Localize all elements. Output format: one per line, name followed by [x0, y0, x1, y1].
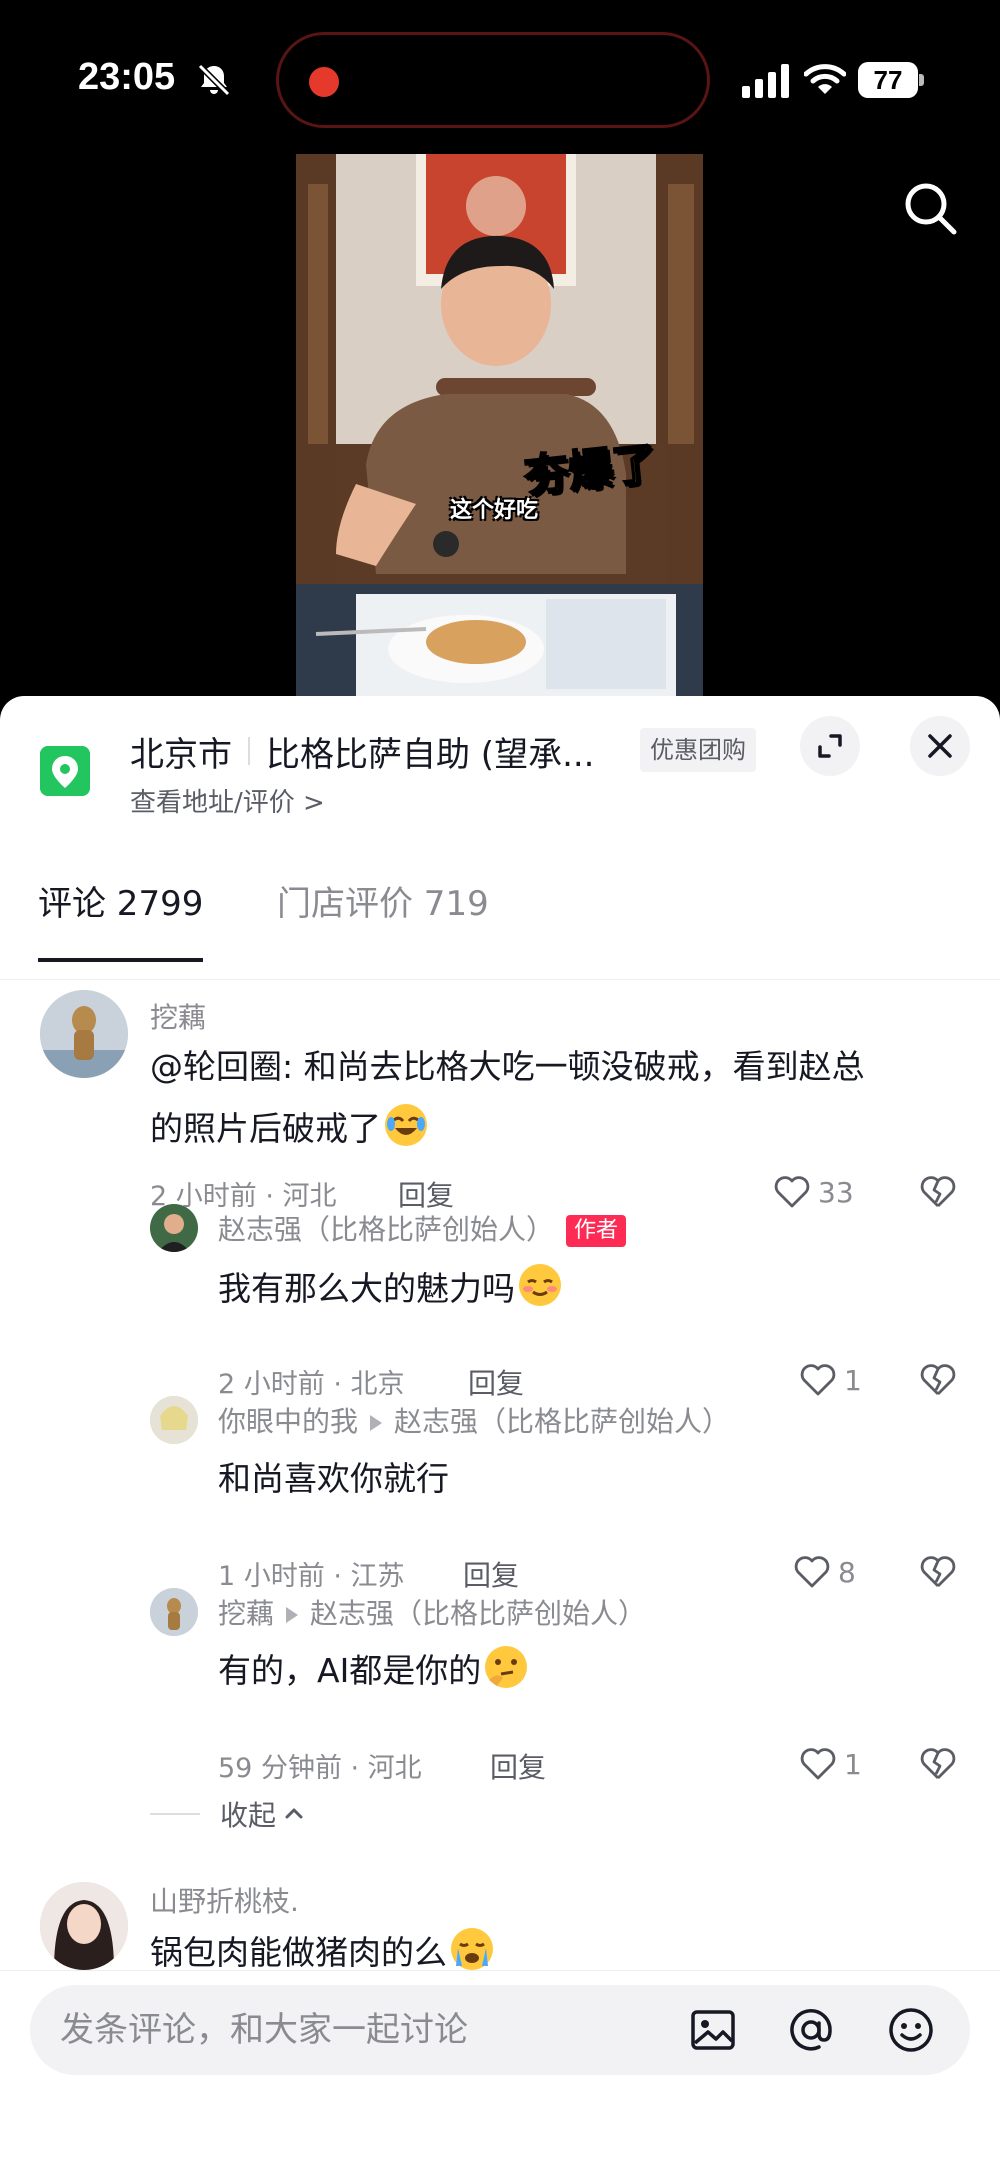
avatar[interactable] [40, 1882, 128, 1970]
avatar[interactable] [150, 1588, 198, 1636]
bell-slash-icon [197, 63, 231, 97]
collapse-replies-button[interactable]: 收起 [150, 1794, 306, 1834]
reply-username: 挖藕 赵志强（比格比萨创始人） [218, 1597, 647, 1630]
divider [248, 737, 250, 765]
reply-meta: 2 小时前 · 北京 [218, 1369, 405, 1400]
broken-heart-icon[interactable] [918, 1172, 958, 1212]
view-address-link[interactable]: 查看地址/评价 > [130, 782, 325, 819]
comment-username[interactable]: 山野折桃枝. [150, 1880, 299, 1920]
author-badge: 作者 [566, 1215, 627, 1247]
poi-title[interactable]: 北京市 比格比萨自助 (望承... [130, 726, 636, 776]
poi-city: 北京市 [130, 734, 232, 775]
reply-text: 有的，AI都是你的 [218, 1640, 529, 1702]
expand-button[interactable] [800, 716, 860, 776]
video-caption-big: 夯爆了 [521, 437, 660, 504]
wifi-icon [804, 64, 846, 94]
like-button[interactable]: 8 [792, 1552, 856, 1592]
video-frame [296, 154, 703, 696]
reply-to-arrow-icon [370, 1415, 383, 1431]
like-count: 1 [844, 1747, 862, 1781]
comment-username[interactable]: 挖藕 [150, 996, 206, 1036]
comments-sheet: 北京市 比格比萨自助 (望承... 优惠团购 查看地址/评价 > 评论 2799… [0, 696, 1000, 2174]
like-count: 8 [838, 1555, 856, 1589]
like-button[interactable]: 1 [798, 1360, 862, 1400]
close-button[interactable] [910, 716, 970, 776]
comment-input[interactable]: 发条评论，和大家一起讨论 [30, 1985, 970, 2075]
reply-text: 和尚喜欢你就行 [218, 1459, 449, 1498]
reply-button[interactable]: 回复 [468, 1362, 524, 1402]
recording-indicator [309, 67, 339, 97]
comment-input-placeholder: 发条评论，和大家一起讨论 [60, 2010, 468, 2050]
reply-text: 我有那么大的魅力吗 [218, 1258, 563, 1320]
reply-meta: 59 分钟前 · 河北 [218, 1753, 422, 1784]
video-player[interactable]: 夯爆了 这个好吃 [296, 154, 703, 696]
heart-icon [800, 1748, 836, 1780]
video-caption-small: 这个好吃 [450, 498, 539, 523]
comment-text: @轮回圈: 和尚去比格大吃一顿没破戒，看到赵总 [150, 1047, 865, 1086]
comment-input-bar: 发条评论，和大家一起讨论 [0, 1970, 1000, 2174]
group-deal-tag[interactable]: 优惠团购 [640, 728, 756, 772]
tab-comments[interactable]: 评论 2799 [38, 866, 204, 966]
like-count: 1 [844, 1363, 862, 1397]
avatar[interactable] [40, 990, 128, 1078]
comment-text-line-2: 的照片后破戒了 [150, 1098, 429, 1160]
avatar[interactable] [150, 1396, 198, 1444]
like-button[interactable]: 33 [772, 1172, 854, 1212]
battery-level: 77 [858, 62, 918, 98]
like-button[interactable]: 1 [798, 1744, 862, 1784]
divider [150, 1813, 200, 1815]
signal-icon [742, 64, 789, 98]
chevron-up-icon [285, 1808, 303, 1819]
dynamic-island[interactable] [276, 32, 710, 128]
close-icon [928, 734, 952, 758]
at-mention-icon[interactable] [786, 2005, 836, 2055]
collapse-label: 收起 [220, 1799, 277, 1832]
search-icon[interactable] [900, 178, 960, 238]
clock: 23:05 [78, 56, 176, 98]
expand-icon [818, 734, 842, 758]
location-pin-icon [40, 746, 90, 796]
status-bar: 23:05 77 [0, 0, 1000, 150]
broken-heart-icon[interactable] [918, 1360, 958, 1400]
like-count: 33 [818, 1175, 854, 1209]
reply-meta: 1 小时前 · 江苏 [218, 1561, 405, 1592]
battery-icon: 77 [858, 62, 924, 98]
heart-icon [800, 1364, 836, 1396]
reply-button[interactable]: 回复 [490, 1746, 546, 1786]
reply-username: 赵志强（比格比萨创始人） 作者 [218, 1208, 627, 1248]
heart-icon [774, 1176, 810, 1208]
reply-username: 你眼中的我 赵志强（比格比萨创始人） [218, 1405, 731, 1438]
broken-heart-icon[interactable] [918, 1552, 958, 1592]
tab-bar: 评论 2799 门店评价 719 [0, 866, 1000, 980]
thinking-emoji [485, 1646, 528, 1688]
reply-button[interactable]: 回复 [463, 1554, 519, 1594]
image-icon[interactable] [688, 2005, 738, 2055]
shy-smile-emoji [519, 1264, 561, 1306]
emoji-icon[interactable] [886, 2005, 936, 2055]
tab-store-reviews[interactable]: 门店评价 719 [277, 866, 489, 966]
heart-icon [794, 1556, 830, 1588]
broken-heart-icon[interactable] [918, 1744, 958, 1784]
crying-emoji [451, 1928, 493, 1970]
avatar[interactable] [150, 1204, 198, 1252]
reply-to-arrow-icon [286, 1607, 299, 1623]
laughing-tears-emoji [385, 1104, 427, 1146]
poi-name: 比格比萨自助 (望承... [266, 734, 595, 775]
